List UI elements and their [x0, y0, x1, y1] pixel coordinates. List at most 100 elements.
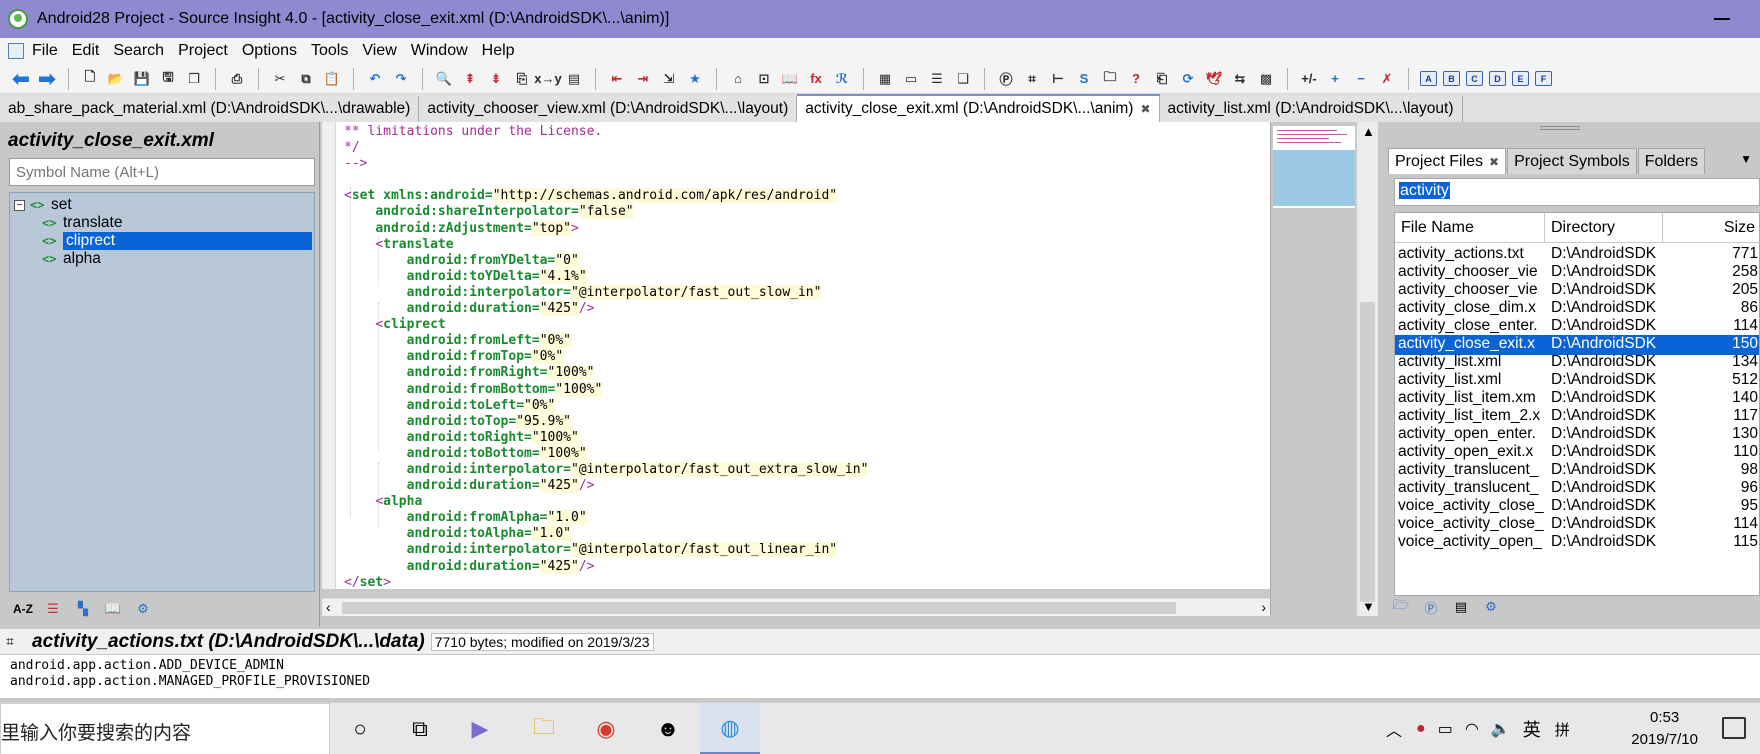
table-row[interactable]: activity_list.xml D:\AndroidSDK 134 [1395, 353, 1759, 373]
list-icon[interactable]: ☰ [42, 598, 64, 620]
tree-icon[interactable]: ⊢ [1048, 69, 1068, 89]
relation-icon[interactable]: ℛ [832, 69, 852, 89]
layout-icon-4[interactable]: ❏ [953, 69, 973, 89]
gear-icon[interactable]: ⚙ [1480, 596, 1502, 618]
minimap-viewport[interactable] [1273, 150, 1355, 206]
menu-search[interactable]: Search [113, 42, 164, 60]
scroll-down-icon[interactable]: ▼ [1362, 599, 1375, 614]
table-row[interactable]: voice_activity_close_ D:\AndroidSDK 95 [1395, 497, 1759, 517]
qq-icon[interactable]: ● [1416, 720, 1426, 738]
context-window[interactable]: android.app.action.ADD_DEVICE_ADMIN andr… [0, 654, 1760, 698]
battery-icon[interactable]: ▭ [1438, 719, 1453, 739]
taskbar-search-box[interactable]: 里输入你要搜索的内容 [0, 703, 330, 754]
gear-icon[interactable]: ⚙ [132, 598, 154, 620]
code-editor[interactable]: ** limitations under the License. */--> <s… [322, 122, 1270, 589]
table-row[interactable]: activity_translucent_ D:\AndroidSDK 96 [1395, 479, 1759, 499]
notification-icon[interactable] [1722, 717, 1746, 739]
style-c-icon[interactable]: C [1466, 71, 1483, 86]
menu-window[interactable]: Window [411, 42, 468, 60]
merge-icon[interactable]: ⇆ [1230, 69, 1250, 89]
menu-view[interactable]: View [362, 42, 396, 60]
table-row[interactable]: activity_open_enter. D:\AndroidSDK 130 [1395, 425, 1759, 445]
remove-line-icon[interactable]: − [1351, 69, 1371, 89]
new-file-icon[interactable]: 🗋 [80, 69, 100, 89]
app-icon-avatar[interactable]: ☻ [652, 713, 684, 745]
table-row[interactable]: activity_chooser_vie D:\AndroidSDK 205 [1395, 281, 1759, 301]
style-e-icon[interactable]: E [1512, 71, 1529, 86]
open-folder-icon[interactable]: 🗁 [1390, 596, 1412, 618]
tab-project-symbols[interactable]: Project Symbols [1507, 148, 1637, 174]
tree-item-cliprect[interactable]: <> cliprect [42, 231, 312, 251]
lookup-icon[interactable]: ▤ [564, 69, 584, 89]
table-row[interactable]: activity_chooser_vie D:\AndroidSDK 258 [1395, 263, 1759, 283]
table-row[interactable]: activity_close_exit.x D:\AndroidSDK 150 [1395, 335, 1759, 355]
column-header-file-name[interactable]: File Name [1395, 213, 1545, 243]
cortana-icon[interactable]: ○ [344, 713, 376, 745]
style-b-icon[interactable]: B [1443, 71, 1460, 86]
table-row[interactable]: activity_close_dim.x D:\AndroidSDK 86 [1395, 299, 1759, 319]
clipboard-icon[interactable]: ⎗ [1152, 69, 1172, 89]
project-icon[interactable]: Ⓟ [1420, 596, 1442, 618]
table-row[interactable]: activity_list_item_2.x D:\AndroidSDK 117 [1395, 407, 1759, 427]
table-row[interactable]: activity_actions.txt D:\AndroidSDK 771 [1395, 245, 1759, 265]
collapse-icon[interactable]: − [14, 199, 25, 211]
column-header-size[interactable]: Size [1663, 213, 1759, 243]
symbol-name-input[interactable] [9, 158, 315, 186]
scroll-thumb[interactable] [342, 602, 1176, 614]
wifi-icon[interactable]: ◠ [1465, 719, 1479, 739]
overview-minimap[interactable] [1270, 122, 1356, 616]
folder-tree-icon[interactable]: 🗀 [1100, 69, 1120, 89]
close-all-icon[interactable]: ❐ [184, 69, 204, 89]
tab-ab-share-pack-material[interactable]: ab_share_pack_material.xml (D:\AndroidSD… [0, 96, 420, 122]
horizontal-scrollbar[interactable]: ‹ › [322, 598, 1270, 616]
document-icon[interactable] [8, 43, 24, 59]
bookmark-prev-icon[interactable]: ⇤ [607, 69, 627, 89]
layout-icon-1[interactable]: ▦ [875, 69, 895, 89]
sync-icon[interactable]: ⟳ [1178, 69, 1198, 89]
search-backward-icon[interactable]: ⇞ [460, 69, 480, 89]
delete-icon[interactable]: ✗ [1377, 69, 1397, 89]
tab-activity-close-exit[interactable]: activity_close_exit.xml (D:\AndroidSDK\.… [797, 94, 1160, 122]
script-icon[interactable]: S [1074, 69, 1094, 89]
chrome-icon[interactable]: ◉ [590, 713, 622, 745]
bookmark-star-icon[interactable]: ★ [685, 69, 705, 89]
vertical-scrollbar[interactable]: ▲ ▼ [1356, 122, 1378, 616]
tree-item-translate[interactable]: <> translate [42, 213, 122, 233]
book-icon[interactable]: 📖 [780, 69, 800, 89]
jump-icon[interactable]: ⇲ [659, 69, 679, 89]
tree-item-set[interactable]: − <> set [14, 195, 72, 215]
help-icon[interactable]: ? [1126, 69, 1146, 89]
style-d-icon[interactable]: D [1489, 71, 1506, 86]
chevron-up-icon[interactable]: ︿ [1386, 717, 1402, 741]
column-header-directory[interactable]: Directory [1545, 213, 1663, 243]
search-files-icon[interactable]: ⎘ [512, 69, 532, 89]
ime-mode-indicator[interactable]: 拼 [1555, 719, 1570, 740]
project-icon[interactable]: Ⓟ [996, 69, 1016, 89]
table-row[interactable]: activity_list_item.xm D:\AndroidSDK 140 [1395, 389, 1759, 409]
copy-icon[interactable]: ⧉ [296, 69, 316, 89]
minimize-button[interactable] [1714, 18, 1730, 20]
tree-item-alpha[interactable]: <> alpha [42, 249, 101, 269]
search-icon[interactable]: 🔍 [434, 69, 454, 89]
undo-icon[interactable]: ↶ [365, 69, 385, 89]
task-view-icon[interactable]: ⧉ [404, 713, 436, 745]
menu-project[interactable]: Project [178, 42, 228, 60]
style-a-icon[interactable]: A [1420, 71, 1437, 86]
taskbar-clock[interactable]: 0:53 2019/7/10 [1631, 707, 1698, 751]
tab-activity-list[interactable]: activity_list.xml (D:\AndroidSDK\...\lay… [1159, 96, 1463, 122]
volume-icon[interactable]: 🔈 [1491, 719, 1511, 739]
browse-icon[interactable]: ⌂ [728, 69, 748, 89]
close-icon[interactable]: ✖ [1140, 102, 1150, 116]
scroll-up-icon[interactable]: ▲ [1362, 124, 1375, 139]
style-f-icon[interactable]: F [1535, 71, 1552, 86]
tab-folders[interactable]: Folders [1637, 148, 1706, 174]
cut-icon[interactable]: ✂ [270, 69, 290, 89]
file-filter-input[interactable]: activity [1394, 178, 1760, 206]
redo-icon[interactable]: ↷ [391, 69, 411, 89]
add-icon[interactable]: +/- [1299, 69, 1319, 89]
panel-grip[interactable] [1540, 126, 1580, 130]
table-row[interactable]: voice_activity_open_ D:\AndroidSDK 115 [1395, 533, 1759, 553]
tab-activity-chooser-view[interactable]: activity_chooser_view.xml (D:\AndroidSDK… [419, 96, 798, 122]
menu-file[interactable]: File [32, 42, 58, 60]
ime-language-indicator[interactable]: 英 [1523, 716, 1541, 742]
